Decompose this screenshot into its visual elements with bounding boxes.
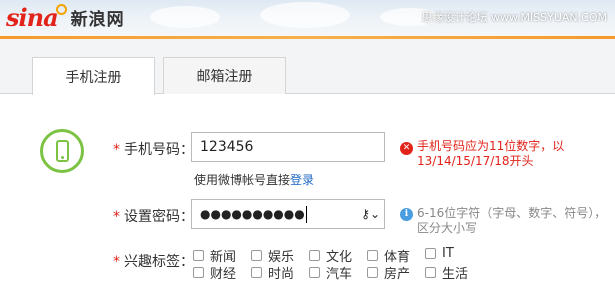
checkbox-box[interactable] bbox=[367, 250, 378, 261]
sina-logo[interactable]: sina 新浪网 bbox=[6, 2, 125, 32]
phone-icon bbox=[40, 129, 84, 173]
key-icon[interactable]: ⚷⌄ bbox=[361, 207, 380, 221]
interest-checkbox-realestate[interactable]: 房产 bbox=[367, 263, 410, 282]
checkbox-label: 生活 bbox=[442, 267, 469, 282]
tab-email-register[interactable]: 邮箱注册 bbox=[163, 57, 286, 94]
phone-button-dot bbox=[61, 156, 64, 159]
logo-eye-icon bbox=[55, 3, 67, 15]
checkbox-box[interactable] bbox=[367, 267, 378, 278]
password-info-message: 6-16位字符（字母、数字、符号），区分大小写 bbox=[417, 206, 607, 235]
checkbox-box[interactable] bbox=[309, 267, 320, 278]
required-mark: * bbox=[113, 142, 120, 158]
interest-checkbox-fashion[interactable]: 时尚 bbox=[251, 263, 294, 282]
phone-input[interactable]: 123456 bbox=[191, 132, 385, 162]
phone-label: * 手机号码： bbox=[113, 139, 194, 159]
checkbox-box[interactable] bbox=[425, 248, 436, 259]
weibo-login-hint-text: 使用微博帐号直接 bbox=[194, 173, 291, 187]
required-mark: * bbox=[113, 254, 120, 270]
interest-checkbox-it[interactable]: IT bbox=[425, 246, 454, 261]
checkbox-label: 时尚 bbox=[268, 267, 295, 282]
interest-checkbox-auto[interactable]: 汽车 bbox=[309, 263, 352, 282]
interests-label-text: 兴趣标签： bbox=[124, 254, 194, 270]
checkbox-box[interactable] bbox=[193, 250, 204, 261]
checkbox-label: 房产 bbox=[384, 267, 411, 282]
info-icon: i bbox=[400, 208, 413, 221]
checkbox-box[interactable] bbox=[309, 250, 320, 261]
interest-checkbox-life[interactable]: 生活 bbox=[425, 263, 468, 282]
error-icon: ✕ bbox=[400, 142, 413, 155]
logo-text: 新浪网 bbox=[70, 9, 125, 30]
phone-label-text: 手机号码： bbox=[124, 142, 194, 158]
interests-label: * 兴趣标签： bbox=[113, 251, 194, 271]
text-caret bbox=[305, 205, 307, 223]
phone-error-message: 手机号码应为11位数字，以13/14/15/17/18开头 bbox=[417, 139, 565, 168]
login-link[interactable]: 登录 bbox=[290, 173, 314, 187]
logo-mark: sina bbox=[6, 2, 59, 32]
checkbox-box[interactable] bbox=[251, 267, 262, 278]
checkbox-box[interactable] bbox=[193, 267, 204, 278]
checkbox-label: 财经 bbox=[210, 267, 237, 282]
cloud-decoration bbox=[260, 2, 350, 28]
password-label: * 设置密码： bbox=[113, 206, 194, 226]
phone-input-value: 123456 bbox=[200, 139, 254, 155]
checkbox-label: IT bbox=[442, 246, 454, 261]
password-label-text: 设置密码： bbox=[124, 209, 194, 225]
interest-checkbox-finance[interactable]: 财经 bbox=[193, 263, 236, 282]
cloud-decoration bbox=[150, 6, 220, 28]
required-mark: * bbox=[113, 209, 120, 225]
checkbox-box[interactable] bbox=[251, 250, 262, 261]
checkbox-box[interactable] bbox=[425, 267, 436, 278]
phone-body-shape bbox=[56, 140, 69, 162]
tab-phone-register[interactable]: 手机注册 bbox=[32, 57, 155, 95]
checkbox-label: 汽车 bbox=[326, 267, 353, 282]
watermark: 思缘设计论坛 www.MISSYUAN.COM bbox=[421, 11, 607, 24]
weibo-login-hint: 使用微博帐号直接登录 bbox=[194, 171, 314, 188]
password-input-value: ●●●●●●●●●● bbox=[200, 207, 305, 221]
password-input[interactable]: ●●●●●●●●●● ⚷⌄ bbox=[191, 199, 385, 229]
